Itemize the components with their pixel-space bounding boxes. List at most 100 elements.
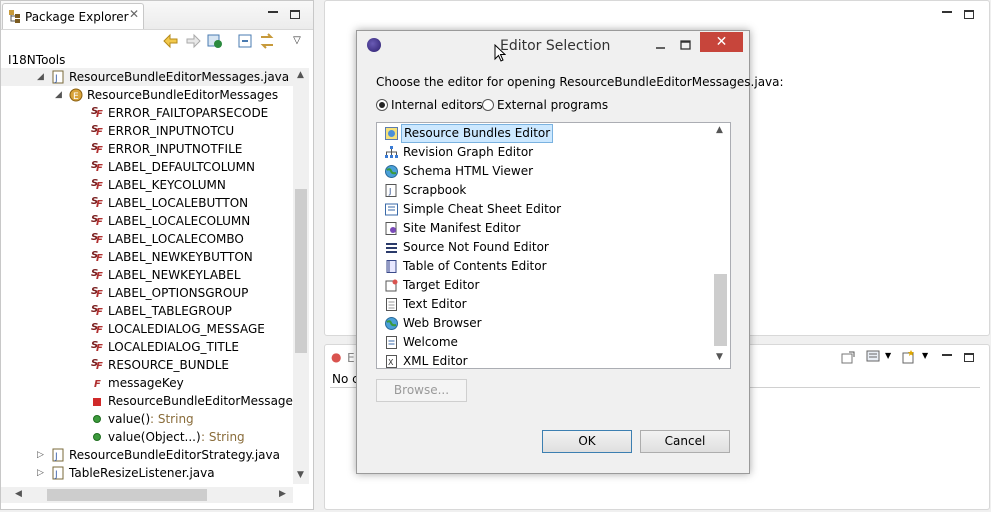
tree-item[interactable]: S F LABEL_KEYCOLUMN <box>1 176 293 194</box>
tree-item[interactable]: ▷ J ResourceBundleEditorStrategy.java <box>1 446 293 464</box>
welcome-icon <box>385 336 398 349</box>
editor-list-scroll-thumb[interactable] <box>714 274 727 346</box>
package-explorer-view: Package Explorer ✕ ▽ I18NTools ◢ J Resourc… <box>0 0 314 510</box>
editor-list[interactable]: Resource Bundles Editor Revision Graph Ed… <box>376 122 731 369</box>
display-console-icon[interactable] <box>866 350 880 364</box>
scroll-up-icon[interactable]: ▲ <box>297 70 304 80</box>
link-with-editor-icon[interactable] <box>257 31 277 51</box>
tree-item[interactable]: S F LOCALEDIALOG_TITLE <box>1 338 293 356</box>
tree-item[interactable]: S F LABEL_TABLEGROUP <box>1 302 293 320</box>
tree-item-label: value() <box>108 412 151 426</box>
forward-arrow-icon[interactable] <box>183 31 203 51</box>
tree-item[interactable]: value() : String <box>1 410 293 428</box>
manifest-icon <box>385 222 398 235</box>
close-icon[interactable]: ✕ <box>129 7 139 21</box>
tree-item[interactable]: value(Object...) : String <box>1 428 293 446</box>
collapse-all-icon[interactable] <box>235 31 255 51</box>
cancel-button[interactable]: Cancel <box>640 430 730 453</box>
external-programs-radio[interactable] <box>482 99 494 111</box>
ok-button[interactable]: OK <box>542 430 632 453</box>
problems-icon[interactable]: ● <box>331 350 341 364</box>
maximize-icon[interactable] <box>964 10 974 19</box>
tree-item[interactable]: S F LABEL_OPTIONSGROUP <box>1 284 293 302</box>
text-file-icon <box>385 298 398 311</box>
expand-icon[interactable]: ▷ <box>37 446 44 464</box>
tree-item[interactable]: FmessageKey <box>1 374 293 392</box>
editor-list-item-label: Scrapbook <box>403 183 467 197</box>
target-icon <box>385 279 398 292</box>
tree-item[interactable]: S F LABEL_LOCALEBUTTON <box>1 194 293 212</box>
final-field-icon: F <box>94 379 101 390</box>
tree-item[interactable]: S F ERROR_INPUTNOTFILE <box>1 140 293 158</box>
globe-icon <box>385 317 398 330</box>
editor-list-item-label: Web Browser <box>403 316 482 330</box>
open-console-icon[interactable] <box>841 351 855 365</box>
scroll-left-icon[interactable]: ◀ <box>15 489 22 499</box>
minimize-icon[interactable] <box>654 38 668 52</box>
svg-text:E: E <box>73 92 79 102</box>
scroll-right-icon[interactable]: ▶ <box>279 489 286 499</box>
collapse-icon[interactable]: ◢ <box>55 86 62 104</box>
tab-package-explorer[interactable]: Package Explorer ✕ <box>2 3 144 29</box>
maximize-icon[interactable] <box>679 38 693 52</box>
scroll-down-icon[interactable]: ▼ <box>716 352 723 362</box>
tree-item-label: LABEL_DEFAULTCOLUMN <box>108 160 255 174</box>
tree-item[interactable]: ◢ E ResourceBundleEditorMessages <box>1 86 293 104</box>
static-final-field-icon: SF <box>91 286 103 300</box>
close-button[interactable]: ✕ <box>700 32 743 52</box>
dropdown-icon[interactable]: ▼ <box>885 351 891 360</box>
internal-editors-label[interactable]: Internal editors <box>391 98 483 112</box>
static-final-field-icon: SF <box>91 142 103 156</box>
tree-item[interactable]: S F RESOURCE_BUNDLE <box>1 356 293 374</box>
collapse-icon[interactable]: ◢ <box>37 68 44 86</box>
dropdown-icon[interactable]: ▼ <box>922 351 928 360</box>
minimize-icon[interactable] <box>942 351 952 356</box>
link-icon[interactable] <box>205 31 225 51</box>
tree-item-label: LOCALEDIALOG_MESSAGE <box>108 322 265 336</box>
maximize-icon[interactable] <box>964 353 974 362</box>
bottom-panel-text: No c <box>332 372 359 386</box>
view-menu-icon[interactable]: ▽ <box>287 31 307 51</box>
editor-list-item-label: Site Manifest Editor <box>403 221 521 235</box>
tree-item[interactable]: S F LABEL_NEWKEYLABEL <box>1 266 293 284</box>
editor-list-item-label: Table of Contents Editor <box>403 259 547 273</box>
tree-item-label: LABEL_LOCALECOMBO <box>108 232 244 246</box>
tree-item[interactable]: S F LABEL_LOCALECOLUMN <box>1 212 293 230</box>
back-arrow-icon[interactable] <box>161 31 181 51</box>
project-label: I18NTools <box>8 53 66 67</box>
tree-item[interactable]: ◢ J ResourceBundleEditorMessages.java <box>1 68 293 86</box>
tree-item-label: ResourceBundleEditorStrategy.java <box>69 448 280 462</box>
editor-list-item-label: Target Editor <box>403 278 480 292</box>
bottom-tab-label[interactable]: E <box>347 351 355 365</box>
maximize-icon[interactable] <box>290 10 300 19</box>
tree-item[interactable]: S F LOCALEDIALOG_MESSAGE <box>1 320 293 338</box>
internal-editors-radio[interactable] <box>376 99 388 111</box>
scroll-down-icon[interactable]: ▼ <box>297 470 304 480</box>
minimize-icon[interactable] <box>942 8 952 13</box>
tree-item[interactable]: S F ERROR_FAILTOPARSECODE <box>1 104 293 122</box>
minimize-icon[interactable] <box>268 8 278 13</box>
package-explorer-tabbar: Package Explorer ✕ <box>1 1 313 30</box>
method-icon <box>90 412 104 426</box>
globe-icon <box>385 165 398 178</box>
expand-icon[interactable]: ▷ <box>37 464 44 482</box>
tree-item[interactable]: ResourceBundleEditorMessages(Str <box>1 392 293 410</box>
dialog-titlebar[interactable]: Editor Selection ✕ <box>357 31 749 61</box>
graph-icon <box>385 146 398 159</box>
new-console-icon[interactable] <box>902 350 916 364</box>
tree-item[interactable]: S F LABEL_LOCALECOMBO <box>1 230 293 248</box>
editor-list-item-label: Simple Cheat Sheet Editor <box>403 202 562 216</box>
scroll-up-icon[interactable]: ▲ <box>716 125 723 135</box>
tree-item[interactable]: S F ERROR_INPUTNOTCU <box>1 122 293 140</box>
package-tree-vertical-thumb[interactable] <box>295 189 307 353</box>
tree-item[interactable]: S F LABEL_NEWKEYBUTTON <box>1 248 293 266</box>
browse-button[interactable]: Browse... <box>376 379 467 402</box>
external-programs-label[interactable]: External programs <box>497 98 608 112</box>
static-final-field-icon: SF <box>91 340 103 354</box>
static-final-field-icon: SF <box>91 214 103 228</box>
package-tree-horizontal-thumb[interactable] <box>47 489 207 501</box>
tree-item-label: LABEL_LOCALEBUTTON <box>108 196 249 210</box>
static-final-field-icon: SF <box>91 250 103 264</box>
tree-item[interactable]: S F LABEL_DEFAULTCOLUMN <box>1 158 293 176</box>
tree-item[interactable]: ▷ J TableResizeListener.java <box>1 464 293 482</box>
